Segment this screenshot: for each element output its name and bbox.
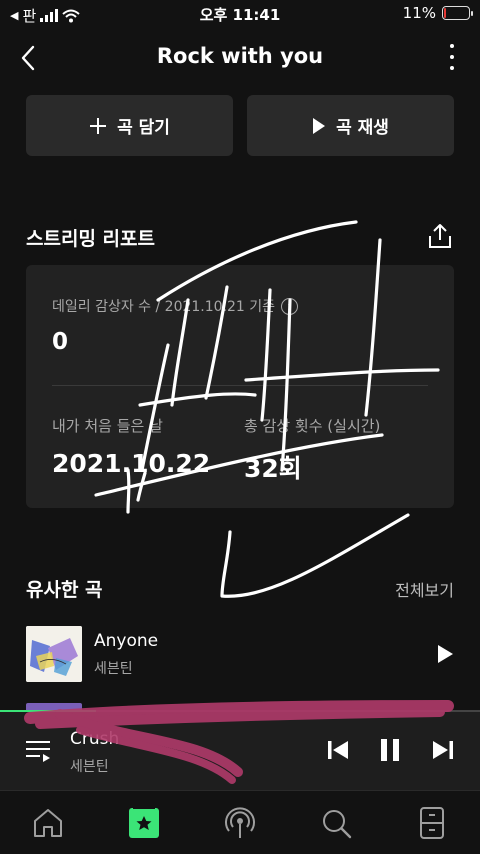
divider: [52, 385, 428, 386]
first-listen-value: 2021.10.22: [52, 449, 211, 478]
share-icon[interactable]: [426, 222, 454, 250]
song-title: Anyone: [94, 631, 159, 651]
play-icon[interactable]: [434, 642, 456, 666]
info-icon[interactable]: i: [281, 297, 299, 315]
daily-listeners-value: 0: [52, 329, 69, 355]
add-song-button[interactable]: 곡 담기: [26, 95, 233, 156]
play-song-label: 곡 재생: [336, 118, 389, 138]
add-song-label: 곡 담기: [117, 118, 170, 138]
pause-icon[interactable]: [377, 737, 403, 763]
streaming-report-title: 스트리밍 리포트: [26, 228, 155, 250]
previous-track-icon[interactable]: [325, 737, 351, 763]
page-title: Rock with you: [156, 44, 324, 68]
library-icon[interactable]: [126, 805, 162, 841]
similar-songs-title: 유사한 곡: [26, 579, 103, 601]
see-all-link[interactable]: 전체보기: [395, 577, 454, 601]
podcast-icon[interactable]: [222, 805, 258, 841]
streaming-report-card: 데일리 감상자 수 / 2021.10.21 기준 i 0 내가 처음 들은 날…: [26, 265, 454, 508]
battery-icon: [442, 6, 473, 20]
status-right: 11%: [402, 4, 473, 22]
song-artist: 세븐틴: [94, 661, 133, 677]
search-icon[interactable]: [318, 805, 354, 841]
more-options-icon[interactable]: [442, 42, 462, 72]
playlist-queue-icon[interactable]: [24, 738, 52, 764]
play-icon: [313, 117, 326, 134]
playback-progress-bar[interactable]: [0, 710, 480, 712]
daily-listeners-label: 데일리 감상자 수 / 2021.10.21 기준 i: [52, 296, 299, 316]
total-plays-label: 총 감상 횟수 (실시간): [244, 417, 381, 435]
storage-icon[interactable]: [414, 805, 450, 841]
status-bar: ◀ 판 오후 11:41 11%: [0, 0, 480, 28]
now-playing-title: Crush: [70, 729, 120, 749]
play-song-button[interactable]: 곡 재생: [247, 95, 454, 156]
home-icon[interactable]: [30, 805, 66, 841]
first-listen-label: 내가 처음 들은 날: [52, 417, 163, 435]
album-art: [26, 626, 82, 682]
battery-fill: [444, 8, 446, 18]
list-item[interactable]: Anyone 세븐틴: [26, 626, 456, 682]
daily-listeners-label-text: 데일리 감상자 수 / 2021.10.21 기준: [52, 299, 276, 315]
bottom-navigation: [0, 790, 480, 854]
next-track-icon[interactable]: [430, 737, 456, 763]
now-playing-artist: 세븐틴: [70, 759, 109, 775]
playback-progress-fill: [0, 710, 96, 712]
battery-percent: 11%: [402, 4, 436, 22]
mini-player[interactable]: Crush 세븐틴: [0, 710, 480, 790]
header: Rock with you: [0, 36, 480, 80]
total-plays-value: 32회: [244, 454, 302, 483]
plus-icon: [90, 117, 107, 134]
